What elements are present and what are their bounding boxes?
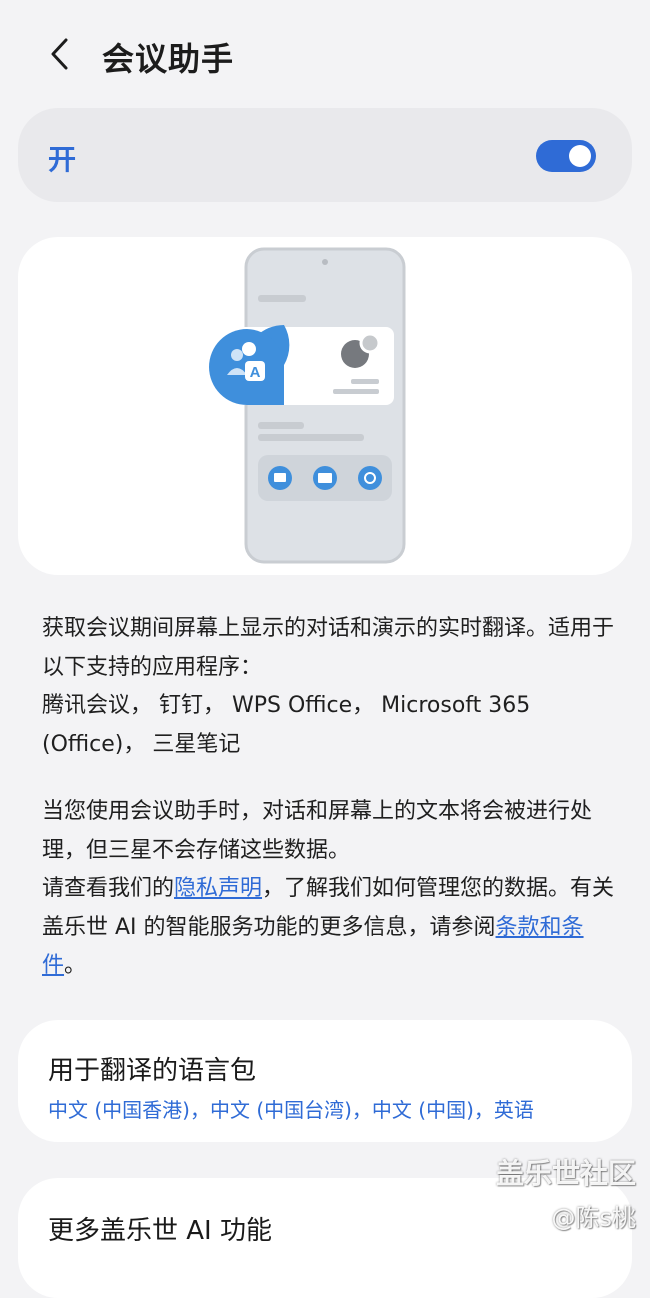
language-pack-title: 用于翻译的语言包 bbox=[48, 1056, 257, 1086]
back-button[interactable] bbox=[38, 32, 82, 76]
language-pack-item[interactable]: 用于翻译的语言包 中文 (中国香港)，中文 (中国台湾)，中文 (中国)，英语 bbox=[18, 1020, 632, 1142]
processing-notice: 当您使用会议助手时，对话和屏幕上的文本将会被进行处理，但三星不会存储这些数据。 bbox=[42, 799, 593, 863]
description-supported-apps: 获取会议期间屏幕上显示的对话和演示的实时翻译。适用于以下支持的应用程序： 腾讯会… bbox=[42, 610, 622, 764]
privacy-text-after: 。 bbox=[64, 953, 87, 978]
description-privacy: 当您使用会议助手时，对话和屏幕上的文本将会被进行处理，但三星不会存储这些数据。 … bbox=[42, 793, 622, 986]
app-header: 会议助手 bbox=[0, 0, 650, 110]
privacy-text-before: 请查看我们的 bbox=[42, 876, 175, 901]
toggle-knob bbox=[569, 145, 591, 167]
community-watermark: 盖乐世社区 bbox=[495, 1157, 636, 1190]
chevron-left-icon bbox=[51, 38, 68, 70]
more-ai-features-title: 更多盖乐世 AI 功能 bbox=[48, 1216, 272, 1246]
privacy-statement-link[interactable]: 隐私声明 bbox=[174, 876, 262, 901]
author-watermark: @陈s桃 bbox=[551, 1204, 636, 1232]
page-title: 会议助手 bbox=[102, 40, 235, 78]
phone-illustration: A bbox=[209, 247, 406, 564]
supported-apps-list: 腾讯会议， 钉钉， WPS Office， Microsoft 365 (Off… bbox=[42, 693, 531, 757]
svg-text:A: A bbox=[250, 364, 261, 381]
language-pack-summary: 中文 (中国香港)，中文 (中国台湾)，中文 (中国)，英语 bbox=[48, 1098, 534, 1122]
master-toggle-switch[interactable] bbox=[536, 140, 596, 172]
feature-illustration: A bbox=[18, 237, 632, 575]
description-text: 获取会议期间屏幕上显示的对话和演示的实时翻译。适用于以下支持的应用程序： bbox=[42, 616, 615, 680]
privacy-notice: 请查看我们的隐私声明，了解我们如何管理您的数据。有关盖乐世 AI 的智能服务功能… bbox=[42, 870, 622, 986]
master-switch-label: 开 bbox=[48, 143, 77, 176]
master-switch-row[interactable]: 开 bbox=[18, 108, 632, 202]
more-ai-features-item[interactable]: 更多盖乐世 AI 功能 bbox=[18, 1178, 632, 1298]
